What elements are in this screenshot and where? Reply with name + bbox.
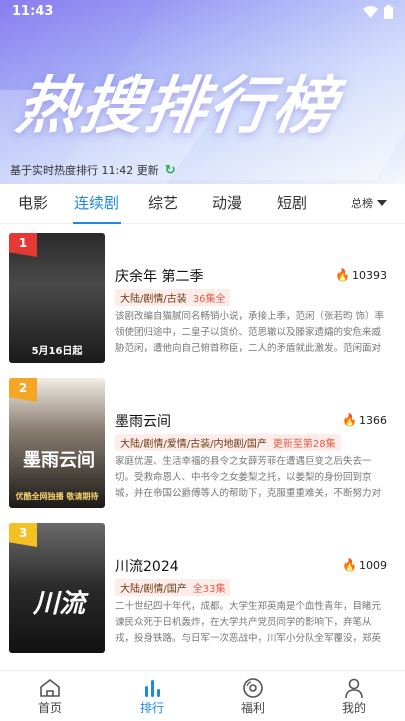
sort-label: 总榜 [351,197,373,210]
episode-status: 36集全 [192,294,226,305]
nav-label: 福利 [240,701,265,715]
category-tabs: 电影 连续剧 综艺 动漫 短剧 总榜 [0,184,405,224]
tab-movie[interactable]: 电影 [18,192,48,213]
item-tags: 大陆/剧情/古装 36集全 [115,289,231,306]
poster-image: 1 5月16日起 [9,233,105,363]
genre-text: 大陆/剧情/古装 [120,294,187,305]
heat-count: 🔥 10393 [335,268,387,282]
poster-title: 川流 [32,589,85,619]
ranking-list: 1 5月16日起 庆余年 第二季 🔥 10393 大陆/剧情/古装 36集全 该… [0,226,405,670]
status-bar: 11:43 [0,0,405,24]
status-icons [363,5,393,19]
bottom-nav: 首页 排行 福利 我的 [0,670,405,721]
tab-short-drama[interactable]: 短剧 [277,192,307,213]
poster-caption: 5月16日起 [31,346,83,357]
fire-icon: 🔥 [342,413,357,427]
chevron-down-icon [377,200,387,206]
fire-icon: 🔥 [335,268,350,282]
item-description: 该剧改编自猫腻同名畅销小说，承接上季，范闲（张若昀 饰）率领使团归途中，二皇子以… [115,311,385,354]
heat-count: 🔥 1366 [342,413,387,427]
status-time: 11:43 [12,4,54,19]
list-item[interactable]: 2 墨雨云间 优酷全网独播 敬请期待 墨雨云间 🔥 1366 大陆/剧情/爱情/… [0,371,405,511]
item-tags: 大陆/剧情/国产 全33集 [115,579,231,596]
episode-status: 更新至第28集 [272,439,336,450]
rank-badge: 3 [9,523,37,547]
tab-anime[interactable]: 动漫 [212,192,242,213]
item-tags: 大陆/剧情/爱情/古装/内地剧/国产 更新至第28集 [115,434,341,451]
profile-icon [324,677,384,699]
heat-value: 10393 [352,268,387,282]
tab-variety[interactable]: 综艺 [148,192,178,213]
update-info: 基于实时热度排行 11:42 更新 ↻ [0,158,405,182]
nav-home[interactable]: 首页 [20,677,80,716]
heat-count: 🔥 1009 [342,558,387,572]
nav-welfare[interactable]: 福利 [223,677,283,716]
genre-text: 大陆/剧情/爱情/古装/内地剧/国产 [120,439,267,450]
active-tab-indicator [73,222,121,224]
poster-caption: 优酷全网独播 敬请期待 [15,492,99,501]
gift-disc-icon [223,677,283,699]
nav-label: 我的 [341,701,366,715]
home-icon [20,677,80,699]
nav-profile[interactable]: 我的 [324,677,384,716]
nav-label: 首页 [37,701,62,715]
item-title: 川流2024 [115,559,179,575]
poster-title: 墨雨云间 [23,450,95,471]
nav-label: 排行 [139,701,164,715]
item-description: 家庭优渥、生活幸福的县令之女薛芳菲在遭遇巨变之后失去一切。受救命恩人、中书令之女… [115,456,382,499]
list-item[interactable]: 1 5月16日起 庆余年 第二季 🔥 10393 大陆/剧情/古装 36集全 该… [0,226,405,366]
sort-dropdown[interactable]: 总榜 [351,195,387,211]
nav-ranking[interactable]: 排行 [122,677,182,716]
poster-image: 2 墨雨云间 优酷全网独播 敬请期待 [9,378,105,508]
item-title: 墨雨云间 [115,414,171,430]
tab-series[interactable]: 连续剧 [74,192,119,213]
update-text: 基于实时热度排行 11:42 更新 [10,164,159,177]
hero-title: 热搜排行榜 [12,69,343,142]
list-item[interactable]: 3 川流 川流2024 🔥 1009 大陆/剧情/国产 全33集 二十世纪四十年… [0,516,405,656]
rank-badge: 1 [9,233,37,257]
battery-icon [384,5,393,19]
item-title: 庆余年 第二季 [115,269,204,285]
refresh-icon[interactable]: ↻ [165,163,176,178]
ranking-icon [122,677,182,699]
wifi-icon [363,6,378,18]
poster-image: 3 川流 [9,523,105,653]
episode-status: 全33集 [192,584,226,595]
heat-value: 1366 [359,413,387,427]
genre-text: 大陆/剧情/国产 [120,584,187,595]
heat-value: 1009 [359,558,387,572]
item-description: 二十世纪四十年代，成都。大学生郑英南是个血性青年，目睹元谏民众死于日机轰炸，在大… [115,601,382,644]
fire-icon: 🔥 [342,558,357,572]
rank-badge: 2 [9,378,37,402]
